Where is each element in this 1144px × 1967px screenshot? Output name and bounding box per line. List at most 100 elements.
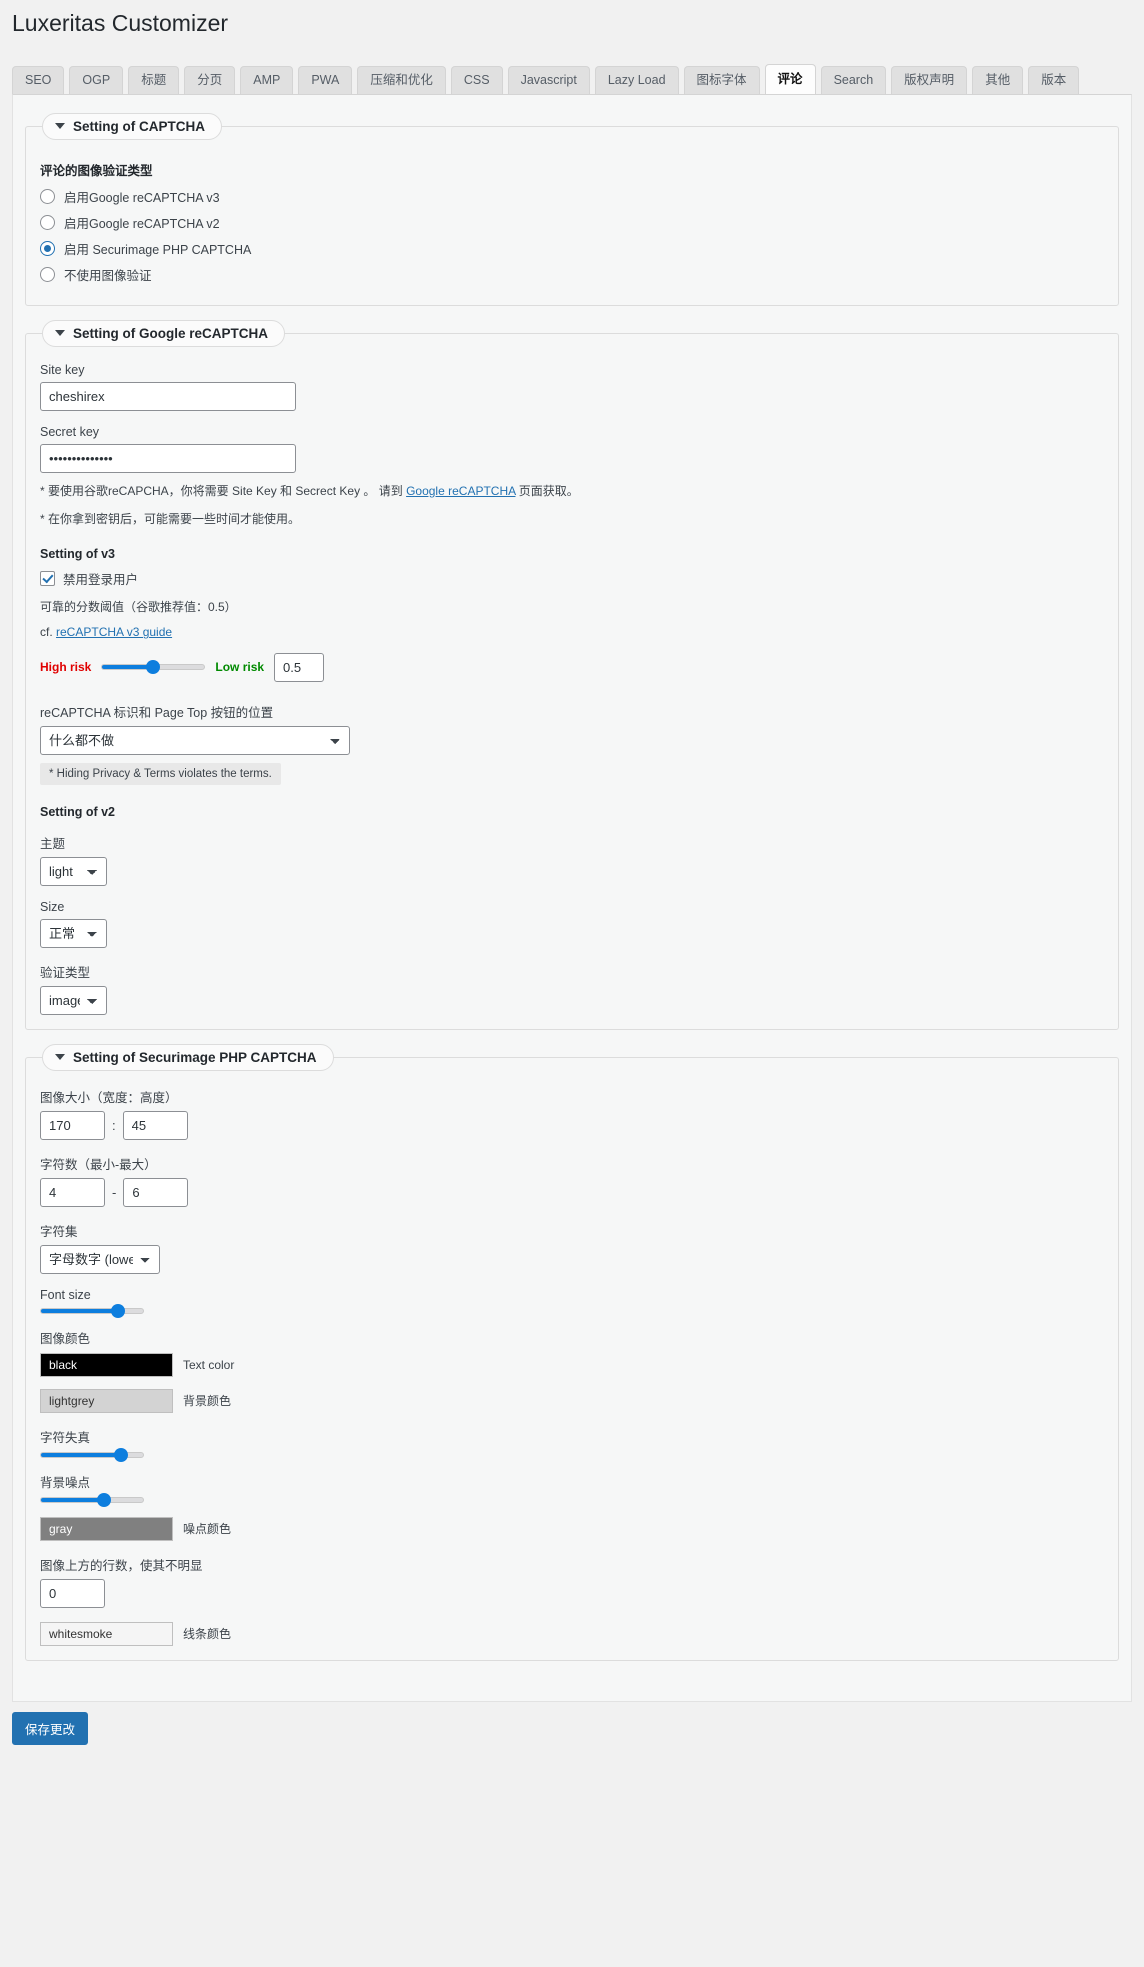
captcha-type-radio-label-3: 不使用图像验证: [64, 268, 152, 283]
tab-bar: SEO OGP 标题 分页 AMP PWA 压缩和优化 CSS Javascript Lazy L…: [0, 62, 1144, 94]
font-size-label: Font size: [40, 1287, 91, 1302]
page-title: Luxeritas Customizer: [12, 10, 229, 36]
site-key-input[interactable]: [40, 381, 296, 411]
tab-8[interactable]: Javascript: [507, 65, 590, 94]
lines-count-input[interactable]: [40, 1578, 105, 1608]
lines-label: 图像上方的行数，使其不明显: [40, 1558, 203, 1573]
chars-min-input[interactable]: [40, 1177, 105, 1207]
captcha-type-radio-group: 启用Google reCAPTCHA v3 启用Google reCAPTCHA …: [40, 187, 1104, 284]
securimage-fieldset: Setting of Securimage PHP CAPTCHA 图像大小（宽…: [25, 1043, 1119, 1661]
verify-type-label: 验证类型: [40, 965, 91, 980]
image-size-separator: :: [112, 1117, 116, 1133]
captcha-type-radio-1[interactable]: [40, 214, 55, 230]
distortion-slider-fill: [41, 1452, 121, 1457]
threshold-slider-knob[interactable]: [146, 660, 161, 675]
tab-4[interactable]: AMP: [240, 65, 294, 94]
text-color-row: black Text color: [40, 1352, 1104, 1377]
charset-select[interactable]: 字母数字 (lower): [40, 1244, 160, 1274]
recaptcha-v3-guide-link[interactable]: reCAPTCHA v3 guide: [56, 625, 172, 639]
background-color-row: lightgrey 背景颜色: [40, 1388, 1104, 1413]
footer: 保存更改: [0, 1702, 1144, 1745]
captcha-type-option-2[interactable]: 启用 Securimage PHP CAPTCHA: [40, 239, 1104, 258]
text-color-field[interactable]: black: [40, 1352, 173, 1377]
image-height-input[interactable]: [122, 1110, 188, 1140]
font-size-slider-fill: [41, 1308, 118, 1313]
chars-count-row: -: [40, 1177, 1104, 1207]
threshold-value-input[interactable]: [274, 652, 325, 682]
tab-2[interactable]: 标题: [128, 65, 180, 94]
noise-color-field[interactable]: gray: [40, 1516, 173, 1541]
tab-active-11[interactable]: 评论: [764, 63, 816, 94]
recaptcha-note-2: * 在你拿到密钥后，可能需要一些时间才能使用。: [40, 512, 301, 527]
distortion-label: 字符失真: [40, 1430, 91, 1445]
recaptcha-note-1-pre: * 要使用谷歌reCAPCHA，你将需要 Site Key 和 Secrect …: [40, 483, 407, 498]
google-recaptcha-link[interactable]: Google reCAPTCHA: [406, 484, 515, 498]
font-size-slider[interactable]: [40, 1303, 144, 1318]
chevron-down-icon: [55, 123, 65, 130]
captcha-type-radio-label-1: 启用Google reCAPTCHA v2: [64, 216, 220, 231]
recaptcha-note-1-post: 页面获取。: [515, 483, 579, 498]
captcha-type-radio-3[interactable]: [40, 266, 55, 282]
captcha-type-radio-label-2: 启用 Securimage PHP CAPTCHA: [64, 242, 252, 257]
tab-7[interactable]: CSS: [450, 65, 503, 94]
google-recaptcha-legend-label: Setting of Google reCAPTCHA: [73, 325, 268, 341]
threshold-slider-row: High risk Low risk: [40, 652, 1104, 682]
v3-title: Setting of v3: [40, 547, 116, 562]
secret-key-label: Secret key: [40, 424, 100, 439]
captcha-type-fieldset: Setting of CAPTCHA 评论的图像验证类型 启用Google re…: [25, 112, 1119, 306]
chars-max-input[interactable]: [123, 1177, 189, 1207]
threshold-slider[interactable]: [101, 660, 206, 675]
secret-key-input[interactable]: [40, 443, 296, 473]
v3-disable-logged-in-label: 禁用登录用户: [63, 573, 139, 588]
badge-position-select[interactable]: 什么都不做: [40, 725, 350, 755]
background-color-field[interactable]: lightgrey: [40, 1388, 173, 1413]
tab-9[interactable]: Lazy Load: [594, 65, 679, 94]
save-changes-button[interactable]: 保存更改: [12, 1711, 89, 1745]
captcha-type-radio-2[interactable]: [40, 240, 55, 256]
captcha-type-radio-label-0: 启用Google reCAPTCHA v3: [64, 190, 220, 205]
recaptcha-note-1: * 要使用谷歌reCAPCHA，你将需要 Site Key 和 Secrect …: [40, 482, 1104, 501]
line-color-field[interactable]: whitesmoke: [40, 1621, 173, 1646]
noise-slider[interactable]: [40, 1492, 144, 1507]
tab-10[interactable]: 图标字体: [683, 65, 760, 94]
tab-5[interactable]: PWA: [298, 65, 353, 94]
captcha-type-radio-0[interactable]: [40, 188, 55, 204]
line-color-row: whitesmoke 线条颜色: [40, 1621, 1104, 1646]
v3-disable-logged-in-checkbox[interactable]: [40, 571, 55, 587]
tab-3[interactable]: 分页: [184, 65, 236, 94]
privacy-terms-hint: * Hiding Privacy & Terms violates the te…: [40, 762, 281, 785]
high-risk-label: High risk: [40, 660, 92, 675]
tab-1[interactable]: OGP: [69, 65, 124, 94]
tab-0[interactable]: SEO: [12, 65, 65, 94]
captcha-type-legend[interactable]: Setting of CAPTCHA: [42, 112, 222, 140]
v3-guide-prefix: cf.: [40, 625, 57, 640]
v2-title: Setting of v2: [40, 804, 116, 819]
v3-guide-note: cf. reCAPTCHA v3 guide: [40, 623, 1104, 642]
threshold-label: 可靠的分数阈值（谷歌推荐值：0.5）: [40, 600, 237, 615]
verify-type-select[interactable]: image: [40, 985, 107, 1015]
captcha-type-option-3[interactable]: 不使用图像验证: [40, 265, 1104, 284]
tab-6[interactable]: 压缩和优化: [357, 65, 446, 94]
noise-slider-knob[interactable]: [97, 1492, 112, 1507]
chars-count-label: 字符数（最小-最大）: [40, 1157, 157, 1172]
tab-15[interactable]: 版本: [1028, 65, 1080, 94]
tab-12[interactable]: Search: [820, 65, 887, 94]
distortion-slider-knob[interactable]: [113, 1447, 128, 1462]
noise-slider-fill: [41, 1497, 105, 1502]
captcha-type-option-0[interactable]: 启用Google reCAPTCHA v3: [40, 187, 1104, 206]
low-risk-label: Low risk: [215, 660, 265, 675]
font-size-slider-knob[interactable]: [110, 1303, 125, 1318]
google-recaptcha-fieldset: Setting of Google reCAPTCHA Site key Sec…: [25, 319, 1119, 1030]
v3-disable-logged-in-row[interactable]: 禁用登录用户: [40, 569, 1104, 588]
image-size-row: :: [40, 1110, 1104, 1140]
image-width-input[interactable]: [40, 1110, 105, 1140]
theme-select[interactable]: light: [40, 856, 107, 886]
securimage-legend[interactable]: Setting of Securimage PHP CAPTCHA: [42, 1043, 334, 1071]
tab-13[interactable]: 版权声明: [891, 65, 968, 94]
google-recaptcha-legend[interactable]: Setting of Google reCAPTCHA: [42, 319, 285, 347]
distortion-slider[interactable]: [40, 1447, 144, 1462]
size-select[interactable]: 正常: [40, 918, 107, 948]
tab-14[interactable]: 其他: [972, 65, 1024, 94]
captcha-type-option-1[interactable]: 启用Google reCAPTCHA v2: [40, 213, 1104, 232]
noise-color-row: gray 噪点颜色: [40, 1516, 1104, 1541]
